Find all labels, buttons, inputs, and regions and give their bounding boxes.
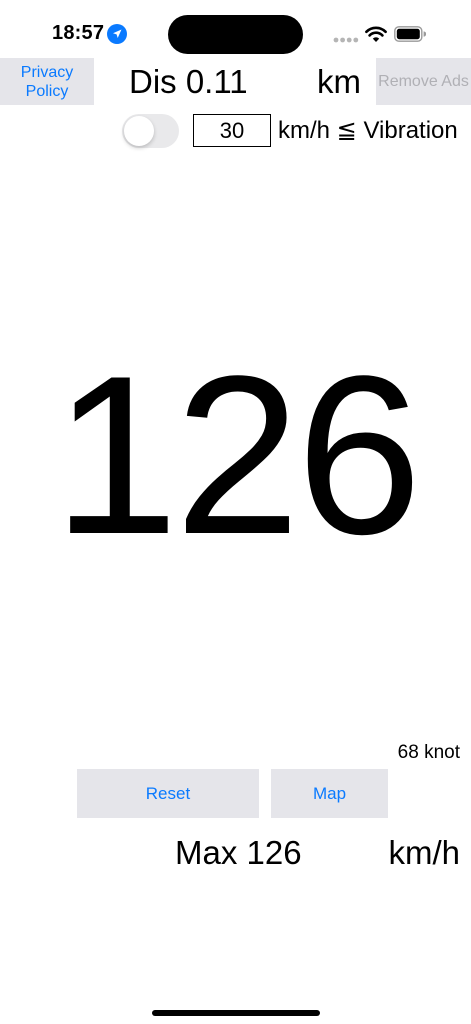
vibration-label: km/h ≦ Vibration [278, 117, 458, 144]
vibration-toggle[interactable] [122, 114, 179, 148]
home-indicator[interactable] [152, 1010, 320, 1016]
vibration-threshold-input[interactable] [193, 114, 271, 147]
speed-readout: 126 [52, 328, 422, 581]
reset-button[interactable]: Reset [77, 769, 259, 818]
toggle-knob [124, 116, 154, 146]
battery-icon [394, 26, 426, 42]
wifi-icon [365, 26, 387, 42]
location-arrow-icon [107, 24, 127, 44]
signal-dots-icon [333, 37, 359, 43]
max-speed-unit: km/h [388, 834, 460, 871]
max-speed-label: Max 126 [175, 834, 302, 871]
remove-ads-button[interactable]: Remove Ads [376, 58, 471, 105]
knot-label: 68 knot [397, 742, 460, 763]
map-button[interactable]: Map [271, 769, 388, 818]
privacy-policy-button[interactable]: Privacy Policy [0, 58, 94, 105]
dynamic-island [168, 15, 303, 54]
distance-label: Dis 0.11 [129, 63, 248, 100]
distance-unit: km [317, 63, 361, 100]
status-time: 18:57 [52, 22, 105, 44]
